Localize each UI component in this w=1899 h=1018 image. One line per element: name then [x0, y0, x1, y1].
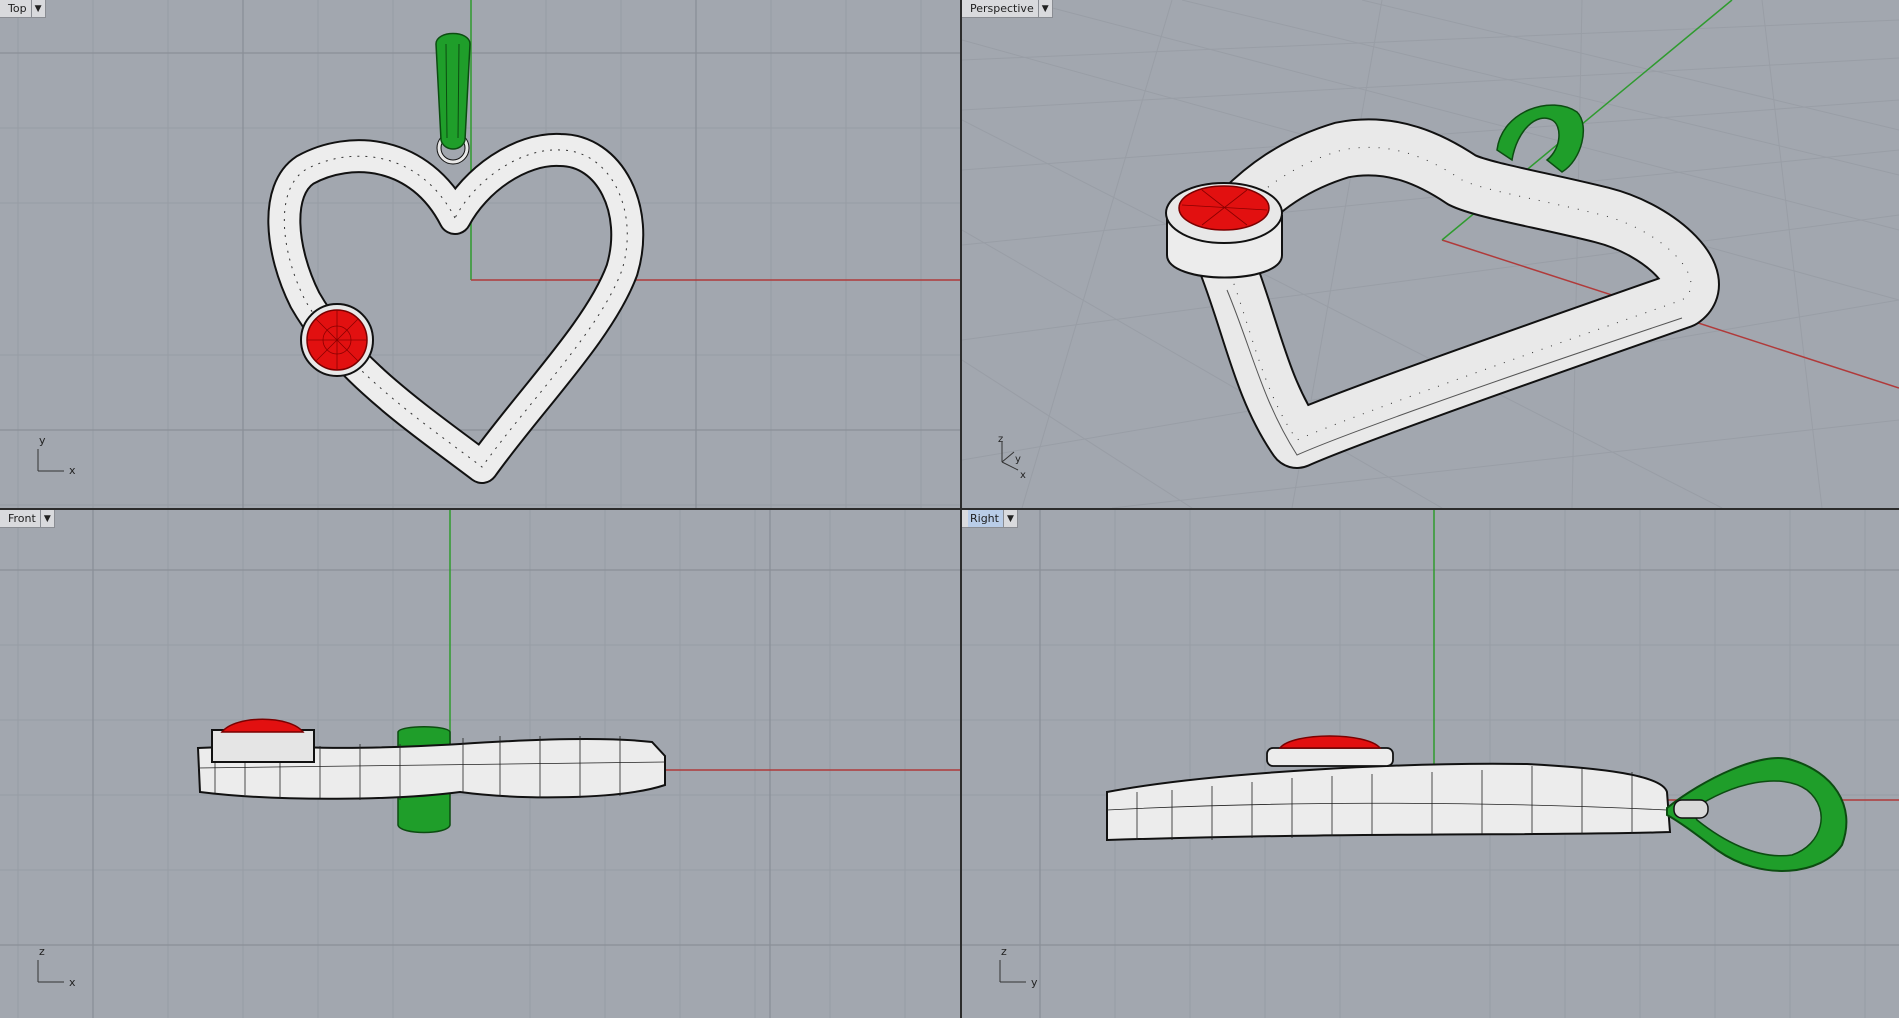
viewport-top[interactable]: Top ▼ y x: [0, 0, 960, 508]
viewport-title-perspective[interactable]: Perspective: [968, 0, 1038, 17]
bail-model[interactable]: [1666, 757, 1848, 872]
axis-label-x: x: [1020, 470, 1026, 481]
axis-label-y: y: [1015, 454, 1021, 465]
heart-pendant-model[interactable]: [267, 131, 645, 484]
axis-label-x: x: [69, 464, 76, 477]
viewport-tab-top[interactable]: Top ▼: [0, 0, 46, 18]
viewport-tab-right[interactable]: Right ▼: [962, 510, 1018, 528]
heart-pendant-model[interactable]: [1106, 762, 1672, 842]
axis-label-x: x: [69, 976, 76, 989]
heart-pendant-model[interactable]: [1198, 118, 1720, 469]
top-view-canvas[interactable]: y x: [0, 0, 960, 508]
viewport-right[interactable]: Right ▼ z y: [962, 510, 1899, 1018]
viewport-title-right[interactable]: Right: [968, 510, 1003, 527]
viewport-tab-perspective[interactable]: Perspective ▼: [962, 0, 1053, 18]
perspective-view-canvas[interactable]: z y x: [962, 0, 1899, 508]
gemstone-model[interactable]: [1165, 182, 1283, 279]
viewport-layout: Top ▼ y x Perspective ▼ z y x Front ▼ z …: [0, 0, 1899, 1018]
viewport-perspective[interactable]: Perspective ▼ z y x: [962, 0, 1899, 508]
major-grid: [0, 0, 960, 508]
gemstone-model[interactable]: [1266, 735, 1394, 767]
viewport-front[interactable]: Front ▼ z x: [0, 510, 960, 1018]
chevron-down-icon[interactable]: ▼: [1037, 0, 1052, 17]
chevron-down-icon[interactable]: ▼: [30, 0, 45, 17]
axis-label-z: z: [998, 434, 1003, 445]
perspective-grid: [962, 0, 1899, 508]
axis-label-z: z: [1001, 945, 1007, 958]
axis-label-y: y: [39, 434, 46, 447]
viewport-title-front[interactable]: Front: [6, 510, 40, 527]
viewport-tab-front[interactable]: Front ▼: [0, 510, 55, 528]
bail-model[interactable]: [435, 32, 471, 150]
axis-label-z: z: [39, 945, 45, 958]
gemstone-model[interactable]: [220, 718, 305, 733]
axis-gizmo: [37, 449, 64, 472]
axis-gizmo: [999, 960, 1026, 983]
axis-gizmo: [37, 960, 64, 983]
construction-grid: [0, 0, 960, 508]
gemstone-model[interactable]: [300, 303, 374, 377]
axis-label-y: y: [1031, 976, 1038, 989]
viewport-title-top[interactable]: Top: [6, 0, 31, 17]
chevron-down-icon[interactable]: ▼: [1002, 510, 1017, 527]
bail-model[interactable]: [1496, 104, 1585, 173]
right-view-canvas[interactable]: z y: [962, 510, 1899, 1018]
chevron-down-icon[interactable]: ▼: [39, 510, 54, 527]
front-view-canvas[interactable]: z x: [0, 510, 960, 1018]
